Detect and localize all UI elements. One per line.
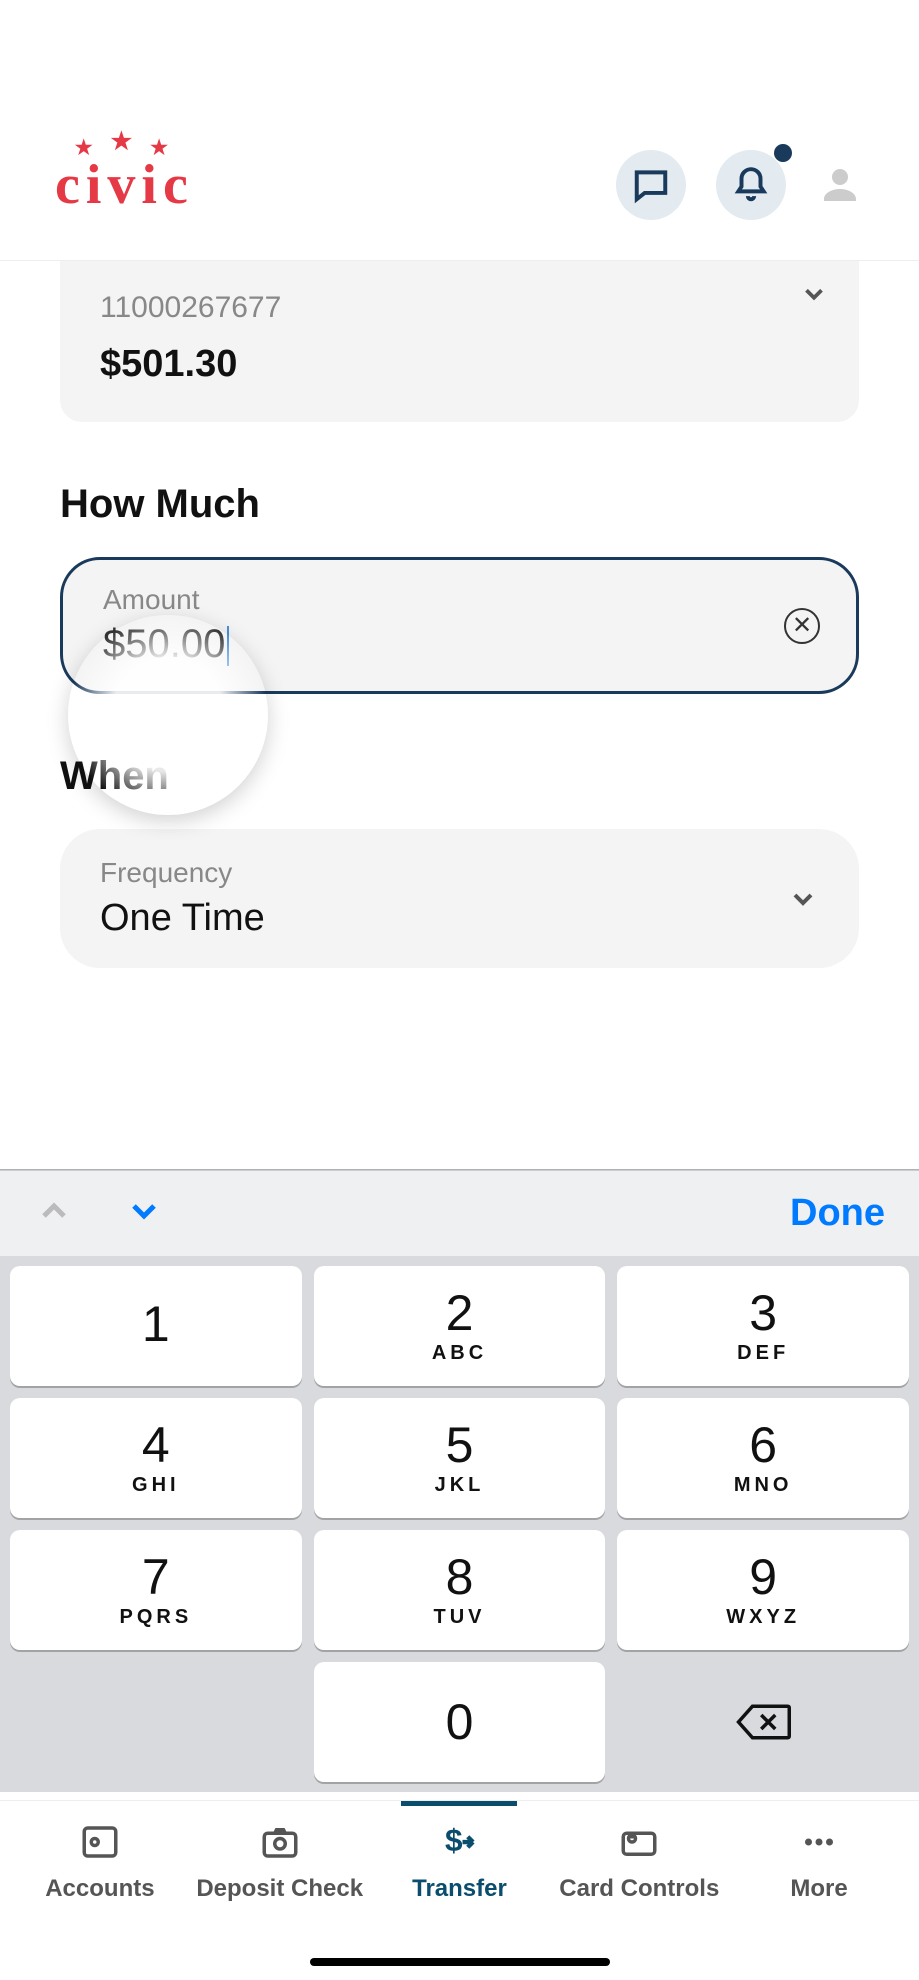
key-2[interactable]: 2ABC (314, 1266, 606, 1386)
key-8[interactable]: 8TUV (314, 1530, 606, 1650)
more-icon (798, 1821, 840, 1863)
keypad: 1 2ABC 3DEF 4GHI 5JKL 6MNO 7PQRS 8TUV 9W… (0, 1256, 919, 1792)
key-9[interactable]: 9WXYZ (617, 1530, 909, 1650)
key-6[interactable]: 6MNO (617, 1398, 909, 1518)
messages-button[interactable] (616, 150, 686, 220)
key-backspace[interactable] (617, 1662, 909, 1782)
backspace-icon (735, 1700, 791, 1744)
how-much-title: How Much (60, 482, 859, 527)
frequency-select[interactable]: Frequency One Time (60, 829, 859, 968)
accounts-icon (79, 1821, 121, 1863)
chat-icon (632, 166, 670, 204)
key-0[interactable]: 0 (314, 1662, 606, 1782)
notifications-button[interactable] (716, 150, 786, 220)
tab-more[interactable]: More (729, 1821, 909, 1980)
tab-deposit[interactable]: Deposit Check (190, 1821, 370, 1980)
amount-value: $50.00 (103, 622, 229, 667)
text-cursor (227, 626, 229, 666)
keyboard-done-button[interactable]: Done (790, 1192, 885, 1235)
transfer-icon: $ (438, 1821, 480, 1863)
chevron-down-icon (787, 883, 819, 915)
tab-accounts[interactable]: Accounts (10, 1821, 190, 1980)
keyboard-toolbar: Done (0, 1170, 919, 1256)
home-indicator[interactable] (310, 1958, 610, 1966)
close-icon: ✕ (792, 611, 812, 640)
chevron-down-icon (124, 1191, 164, 1231)
tab-bar: Accounts Deposit Check $ Transfer Card C… (0, 1800, 919, 1980)
card-icon (618, 1821, 660, 1863)
key-5[interactable]: 5JKL (314, 1398, 606, 1518)
account-card[interactable]: 11000267677 $501.30 (60, 261, 859, 422)
camera-icon (259, 1821, 301, 1863)
key-7[interactable]: 7PQRS (10, 1530, 302, 1650)
transfer-form: 11000267677 $501.30 How Much Amount $50.… (0, 261, 919, 968)
next-field-button[interactable] (124, 1191, 164, 1236)
svg-text:$: $ (445, 1822, 463, 1858)
bell-icon (732, 166, 770, 204)
key-3[interactable]: 3DEF (617, 1266, 909, 1386)
frequency-value: One Time (100, 897, 819, 940)
account-number: 11000267677 (100, 291, 819, 325)
tab-transfer[interactable]: $ Transfer (370, 1821, 550, 1980)
profile-button[interactable] (816, 161, 864, 209)
amount-input[interactable]: Amount $50.00 ✕ (60, 557, 859, 694)
key-blank (10, 1662, 302, 1782)
key-4[interactable]: 4GHI (10, 1398, 302, 1518)
numeric-keyboard: Done 1 2ABC 3DEF 4GHI 5JKL 6MNO 7PQRS 8T… (0, 1169, 919, 1792)
header-actions (616, 150, 864, 220)
notification-dot (774, 144, 792, 162)
amount-label: Amount (103, 584, 816, 616)
chevron-down-icon (799, 279, 829, 309)
chevron-up-icon (34, 1191, 74, 1231)
frequency-label: Frequency (100, 857, 819, 889)
key-1[interactable]: 1 (10, 1266, 302, 1386)
when-title: When (60, 754, 859, 799)
brand-logo: ★★★ civic (55, 153, 194, 217)
prev-field-button[interactable] (34, 1191, 74, 1236)
clear-button[interactable]: ✕ (784, 608, 820, 644)
account-balance: $501.30 (100, 343, 819, 386)
tab-card-controls[interactable]: Card Controls (549, 1821, 729, 1980)
app-header: ★★★ civic (0, 0, 919, 261)
